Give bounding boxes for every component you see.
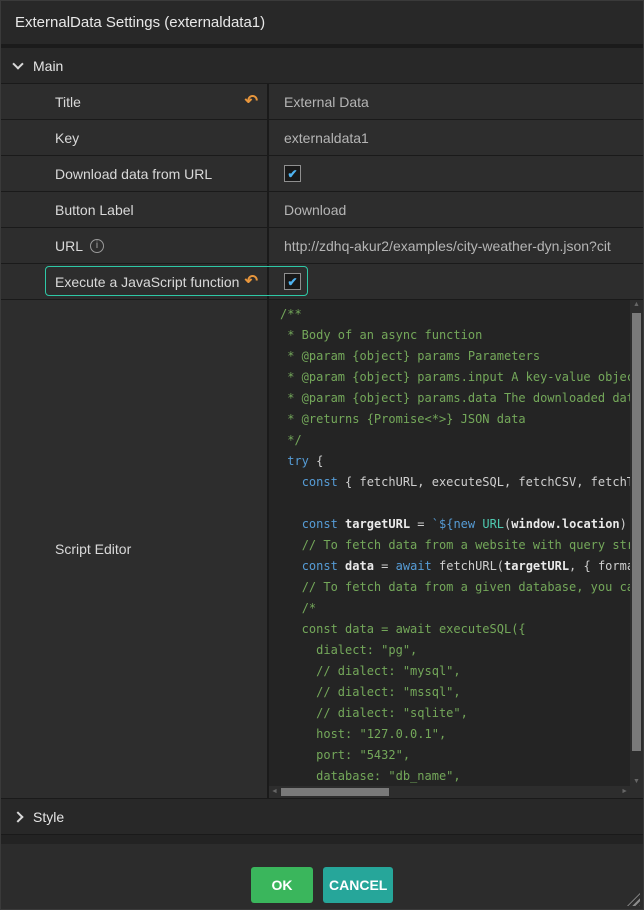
title-label: Title: [55, 94, 81, 110]
dialog-title: ExternalData Settings (externaldata1): [15, 14, 265, 31]
dialog-footer: OK CANCEL: [1, 844, 643, 909]
title-label-cell: Title ↶: [1, 84, 269, 119]
chevron-right-icon: [12, 811, 23, 822]
execute-js-value-cell: ✔: [269, 264, 643, 299]
key-label: Key: [55, 130, 79, 146]
button-label-label: Button Label: [55, 202, 134, 218]
horizontal-scroll-thumb[interactable]: [281, 788, 389, 796]
execute-js-label-cell: Execute a JavaScript function ↶: [1, 264, 269, 299]
button-label-label-cell: Button Label: [1, 192, 269, 227]
checkmark-icon: ✔: [287, 168, 297, 180]
download-url-checkbox[interactable]: ✔: [284, 165, 301, 182]
section-header-style[interactable]: Style: [1, 799, 643, 835]
editor-horizontal-scrollbar[interactable]: ◄ ►: [269, 786, 630, 798]
download-url-label: Download data from URL: [55, 166, 212, 182]
download-url-value-cell: ✔: [269, 156, 643, 191]
url-label-cell: URL i: [1, 228, 269, 263]
execute-js-checkbox[interactable]: ✔: [284, 273, 301, 290]
script-editor-label: Script Editor: [55, 541, 131, 557]
url-value: http://zdhq-akur2/examples/city-weather-…: [284, 238, 611, 254]
externaldata-settings-dialog: ExternalData Settings (externaldata1) Ma…: [0, 0, 644, 910]
row-title: Title ↶ External Data: [1, 84, 643, 120]
vertical-scroll-thumb[interactable]: [632, 313, 641, 751]
row-execute-js-function: Execute a JavaScript function ↶ ✔: [1, 264, 643, 300]
ok-button[interactable]: OK: [251, 867, 313, 903]
scroll-left-icon[interactable]: ◄: [271, 786, 278, 798]
title-value-field[interactable]: External Data: [269, 84, 643, 119]
dialog-titlebar[interactable]: ExternalData Settings (externaldata1): [1, 1, 643, 44]
section-divider: [1, 835, 643, 844]
url-label: URL: [55, 238, 83, 254]
row-button-label: Button Label Download: [1, 192, 643, 228]
row-download-data-from-url: Download data from URL ✔: [1, 156, 643, 192]
scroll-up-icon[interactable]: ▲: [630, 301, 643, 308]
key-value-field[interactable]: externaldata1: [269, 120, 643, 155]
section-header-main[interactable]: Main: [1, 48, 643, 84]
button-label-value: Download: [284, 202, 346, 218]
row-key: Key externaldata1: [1, 120, 643, 156]
script-editor-label-cell: Script Editor: [1, 300, 269, 798]
scroll-right-icon[interactable]: ►: [621, 786, 628, 798]
scrollbar-corner: [630, 786, 643, 798]
key-label-cell: Key: [1, 120, 269, 155]
cancel-button[interactable]: CANCEL: [323, 867, 393, 903]
script-editor-code[interactable]: /** * Body of an async function * @param…: [269, 300, 643, 798]
button-label-value-field[interactable]: Download: [269, 192, 643, 227]
editor-vertical-scrollbar[interactable]: ▲ ▼: [630, 300, 643, 786]
section-style-label: Style: [33, 809, 64, 825]
scroll-down-icon[interactable]: ▼: [630, 778, 643, 785]
checkmark-icon: ✔: [287, 276, 297, 288]
execute-js-label: Execute a JavaScript function: [55, 274, 239, 290]
undo-icon[interactable]: ↶: [245, 94, 258, 110]
download-url-label-cell: Download data from URL: [1, 156, 269, 191]
info-icon[interactable]: i: [90, 239, 104, 253]
script-editor-cell: /** * Body of an async function * @param…: [269, 300, 643, 798]
row-script-editor: Script Editor /** * Body of an async fun…: [1, 300, 643, 799]
section-main-label: Main: [33, 58, 63, 74]
key-value: externaldata1: [284, 130, 369, 146]
undo-icon[interactable]: ↶: [245, 274, 258, 290]
row-url: URL i http://zdhq-akur2/examples/city-we…: [1, 228, 643, 264]
chevron-down-icon: [12, 58, 23, 69]
url-value-field[interactable]: http://zdhq-akur2/examples/city-weather-…: [269, 228, 643, 263]
title-value: External Data: [284, 94, 369, 110]
